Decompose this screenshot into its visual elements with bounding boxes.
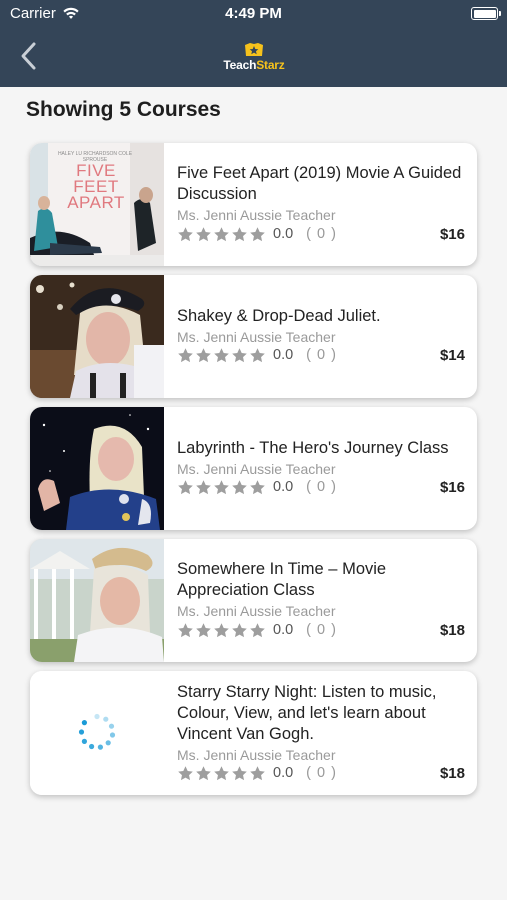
teacher-name: Ms. Jenni Aussie Teacher [177, 329, 336, 345]
app-header: Carrier 4:49 PM TeachStarz [0, 0, 507, 87]
course-card[interactable]: Shakey & Drop-Dead Juliet. Ms. Jenni Aus… [30, 275, 477, 398]
clock: 4:49 PM [225, 5, 282, 22]
star-icon [231, 347, 248, 364]
course-card[interactable]: Somewhere In Time – Movie Appreciation Cl… [30, 539, 477, 662]
rating-row: 0.0 ( 0 ) [177, 621, 337, 639]
course-thumbnail: HALEY LU RICHARDSON COLE SPROUSE FIVE FE… [30, 143, 164, 266]
star-icon [249, 347, 266, 364]
course-price: $16 [439, 226, 465, 243]
star-icon [177, 226, 194, 243]
course-thumbnail [30, 407, 164, 530]
course-thumbnail [30, 275, 164, 398]
star-rating [177, 765, 266, 782]
rating-count: ( 0 ) [306, 479, 337, 495]
battery-icon [471, 7, 501, 20]
rating-count: ( 0 ) [306, 765, 337, 781]
teacher-name: Ms. Jenni Aussie Teacher [177, 603, 336, 619]
chevron-left-icon [21, 42, 36, 70]
course-price: $14 [439, 347, 465, 364]
star-icon [249, 765, 266, 782]
star-icon [195, 226, 212, 243]
back-button[interactable] [12, 38, 46, 74]
star-rating [177, 226, 266, 243]
star-icon [177, 622, 194, 639]
course-thumbnail [30, 671, 164, 795]
teacher-name: Ms. Jenni Aussie Teacher [177, 747, 336, 763]
course-title: Shakey & Drop-Dead Juliet. [177, 307, 381, 325]
star-icon [249, 479, 266, 496]
rating-row: 0.0 ( 0 ) [177, 764, 337, 782]
star-icon [177, 347, 194, 364]
teachstarz-star-icon [245, 43, 263, 56]
rating-row: 0.0 ( 0 ) [177, 478, 337, 496]
course-title: Starry Starry Night: Listen to music, Col… [177, 683, 437, 743]
status-bar: Carrier 4:49 PM [0, 0, 507, 28]
teachstarz-logo: TeachStarz [214, 40, 294, 76]
rating-value: 0.0 [273, 479, 294, 495]
course-price: $18 [439, 765, 465, 782]
star-icon [177, 765, 194, 782]
course-title: Labyrinth - The Hero's Journey Class [177, 439, 449, 457]
star-icon [213, 622, 230, 639]
star-icon [195, 765, 212, 782]
star-icon [195, 479, 212, 496]
course-card[interactable]: Labyrinth - The Hero's Journey Class Ms.… [30, 407, 477, 530]
rating-value: 0.0 [273, 226, 294, 242]
course-price: $16 [439, 479, 465, 496]
star-icon [249, 226, 266, 243]
rating-count: ( 0 ) [306, 226, 337, 242]
rating-row: 0.0 ( 0 ) [177, 225, 337, 243]
star-icon [213, 479, 230, 496]
star-icon [231, 765, 248, 782]
star-icon [213, 765, 230, 782]
teacher-name: Ms. Jenni Aussie Teacher [177, 207, 336, 223]
rating-count: ( 0 ) [306, 622, 337, 638]
star-icon [213, 347, 230, 364]
logo-wordmark: TeachStarz [223, 58, 285, 72]
star-rating [177, 347, 266, 364]
star-icon [177, 479, 194, 496]
rating-value: 0.0 [273, 765, 294, 781]
course-price: $18 [439, 622, 465, 639]
star-icon [195, 347, 212, 364]
star-icon [213, 226, 230, 243]
rating-value: 0.0 [273, 622, 294, 638]
rating-row: 0.0 ( 0 ) [177, 346, 337, 364]
course-title: Five Feet Apart (2019) Movie A Guided Dis… [177, 164, 462, 203]
course-card[interactable]: HALEY LU RICHARDSON COLE SPROUSE FIVE FE… [30, 143, 477, 266]
star-icon [231, 479, 248, 496]
star-icon [231, 226, 248, 243]
rating-value: 0.0 [273, 347, 294, 363]
poster-title: FIVE FEET APART [67, 161, 125, 212]
star-rating [177, 622, 266, 639]
rating-count: ( 0 ) [306, 347, 337, 363]
star-icon [195, 622, 212, 639]
teacher-name: Ms. Jenni Aussie Teacher [177, 461, 336, 477]
star-icon [231, 622, 248, 639]
star-icon [249, 622, 266, 639]
course-card[interactable]: Starry Starry Night: Listen to music, Col… [30, 671, 477, 795]
page-title: Showing 5 Courses [26, 98, 221, 121]
course-thumbnail [30, 539, 164, 662]
course-title: Somewhere In Time – Movie Appreciation Cl… [177, 560, 387, 599]
star-rating [177, 479, 266, 496]
spinner-icon [78, 713, 116, 750]
